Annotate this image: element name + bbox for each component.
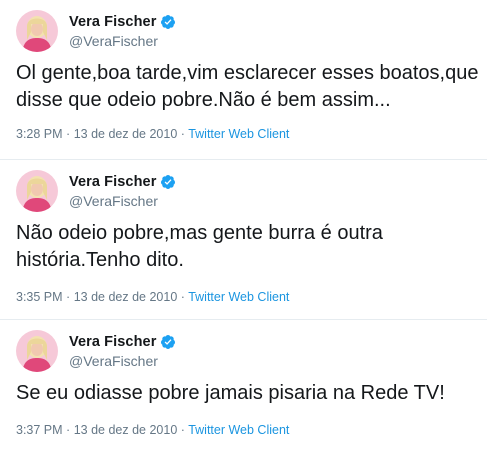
handle[interactable]: @VeraFischer	[69, 193, 158, 209]
tweet-2[interactable]: Vera Fischer @VeraFischer Não odeio pobr…	[0, 160, 491, 320]
tweet-meta: 3:28 PM · 13 de dez de 2010 · Twitter We…	[16, 127, 289, 141]
tweet-date[interactable]: 13 de dez de 2010	[74, 127, 178, 141]
avatar[interactable]	[16, 170, 58, 212]
tweet-text: Se eu odiasse pobre jamais pisaria na Re…	[16, 382, 445, 404]
client-link[interactable]: Twitter Web Client	[188, 290, 289, 304]
meta-separator: ·	[66, 127, 71, 141]
verified-badge-icon	[161, 335, 176, 349]
tweet-time[interactable]: 3:35 PM	[16, 290, 63, 304]
avatar[interactable]	[16, 10, 58, 52]
handle[interactable]: @VeraFischer	[69, 353, 158, 369]
verified-badge-icon	[161, 175, 176, 189]
client-link[interactable]: Twitter Web Client	[188, 423, 289, 437]
tweet-3[interactable]: Vera Fischer @VeraFischer Se eu odiasse …	[0, 320, 491, 449]
tweet-time[interactable]: 3:28 PM	[16, 127, 63, 141]
tweet-meta: 3:37 PM · 13 de dez de 2010 · Twitter We…	[16, 423, 289, 437]
display-name[interactable]: Vera Fischer	[69, 14, 156, 30]
meta-separator: ·	[180, 423, 185, 437]
client-link[interactable]: Twitter Web Client	[188, 127, 289, 141]
tweet-meta: 3:35 PM · 13 de dez de 2010 · Twitter We…	[16, 290, 289, 304]
display-name[interactable]: Vera Fischer	[69, 174, 156, 190]
display-name[interactable]: Vera Fischer	[69, 334, 156, 350]
tweet-time[interactable]: 3:37 PM	[16, 423, 63, 437]
tweet-date[interactable]: 13 de dez de 2010	[74, 290, 178, 304]
meta-separator: ·	[66, 290, 71, 304]
meta-separator: ·	[180, 127, 185, 141]
meta-separator: ·	[180, 290, 185, 304]
avatar[interactable]	[16, 330, 58, 372]
tweet-text: Não odeio pobre,mas gente burra é outra …	[16, 222, 389, 271]
tweet-date[interactable]: 13 de dez de 2010	[74, 423, 178, 437]
tweet-1[interactable]: Vera Fischer @VeraFischer Ol gente,boa t…	[0, 0, 491, 160]
meta-separator: ·	[66, 423, 71, 437]
handle[interactable]: @VeraFischer	[69, 33, 158, 49]
tweet-text: Ol gente,boa tarde,vim esclarecer esses …	[16, 62, 485, 111]
verified-badge-icon	[161, 15, 176, 29]
